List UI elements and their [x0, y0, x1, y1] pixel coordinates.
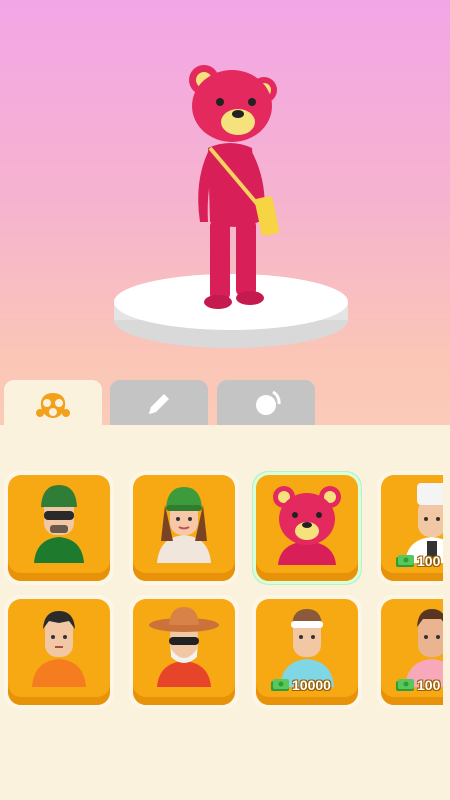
cash-icon — [396, 679, 414, 691]
skin-card-soldier[interactable] — [4, 471, 114, 585]
green-beanie-girl-avatar-icon — [157, 487, 211, 563]
character-preview-stage[interactable] — [0, 0, 450, 380]
ball-icon — [256, 390, 281, 415]
cash-icon — [396, 555, 414, 567]
skin-card-old-man-sunglasses[interactable] — [129, 595, 239, 709]
old-man-sunglasses-avatar-icon — [149, 607, 219, 687]
grid-edge — [443, 465, 450, 765]
headband-athlete-avatar-icon — [280, 609, 334, 687]
gas-mask-icon — [36, 393, 70, 418]
price-text: 10000 — [292, 677, 331, 693]
soldier-avatar-icon — [34, 485, 84, 563]
pencil-icon — [149, 394, 169, 414]
skin-grid: 100 10000 100 — [0, 425, 450, 800]
price-text: 100 — [417, 677, 441, 693]
skin-card-pink-bear[interactable] — [252, 471, 362, 585]
skin-card-headband-athlete[interactable]: 10000 — [252, 595, 362, 709]
skin-card-chef[interactable]: 100 — [377, 471, 450, 585]
price-tag: 100 — [395, 553, 440, 569]
price-tag: 100 — [395, 677, 440, 693]
skin-card-orange-shirt-boy[interactable] — [4, 595, 114, 709]
pink-bear-character — [189, 65, 280, 309]
skin-card-pink-shirt-man[interactable]: 100 — [377, 595, 450, 709]
tab-paint[interactable] — [110, 380, 208, 428]
price-text: 100 — [417, 553, 441, 569]
cash-icon — [271, 679, 289, 691]
price-tag: 10000 — [270, 677, 331, 693]
orange-shirt-boy-avatar-icon — [32, 611, 86, 687]
pink-bear-avatar-icon — [273, 486, 341, 565]
skin-card-green-beanie-girl[interactable] — [129, 471, 239, 585]
tab-dance[interactable] — [217, 380, 315, 428]
shop-tabs — [0, 380, 450, 432]
skin-shop-panel: 100 10000 100 — [0, 425, 450, 800]
